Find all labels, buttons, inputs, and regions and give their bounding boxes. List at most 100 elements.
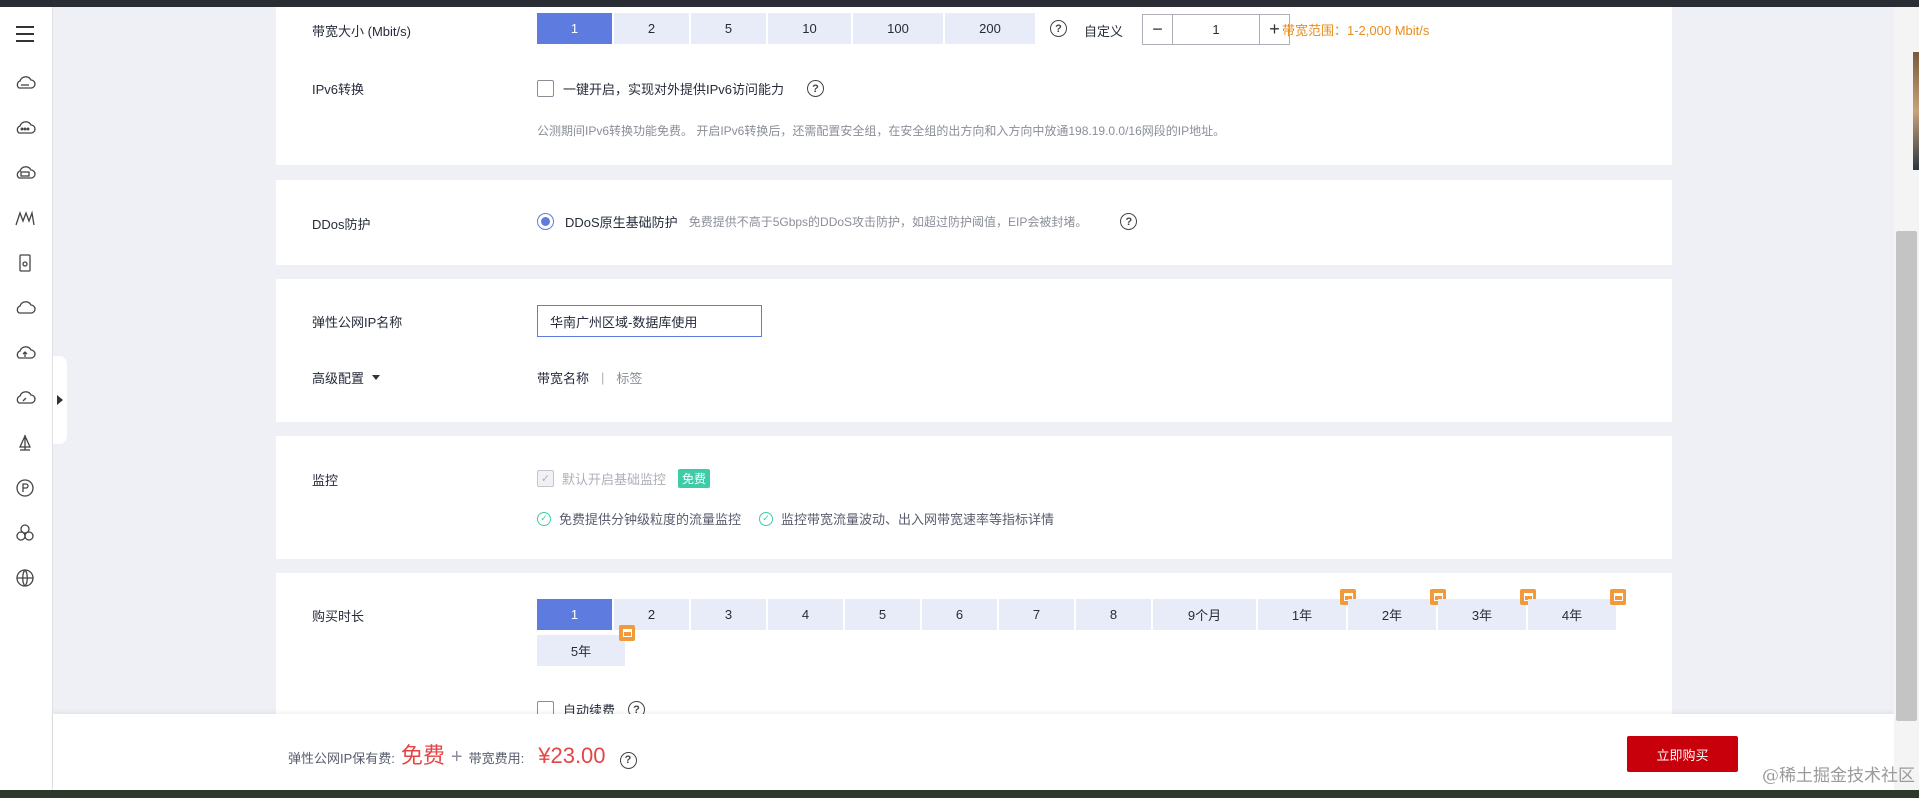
bandwidth-option-1[interactable]: 1 [537,13,612,44]
duration-option-label: 8 [1109,607,1118,622]
cloud-hdd-icon[interactable] [13,161,37,185]
ddos-option-desc: 免费提供不高于5Gbps的DDoS攻击防护，如超过防护阈值，EIP会被封堵。 [688,215,1088,229]
duration-card: 购买时长 1 2 3 4 5 6 7 8 9个月 1年 2年 3年 4年 5年 自动续费 ? [276,573,1672,718]
ddos-radio[interactable] [537,213,554,230]
cloud-icon[interactable] [13,296,37,320]
cloud-dots-icon[interactable] [13,116,37,140]
name-card: 弹性公网IP名称 华南广州区域-数据库使用 高级配置 带宽名称 | 标签 [276,279,1672,422]
check-circle-icon: ✓ [537,511,551,526]
duration-options-row2: 5年 [537,625,635,666]
plus-sign: + [450,746,463,768]
duration-option-5年[interactable]: 5年 [537,625,635,666]
eip-name-label: 弹性公网IP名称 [312,315,403,330]
ipv6-checkbox[interactable] [537,80,554,97]
gift-icon [1610,589,1626,605]
ddos-card: DDos防护 DDoS原生基础防护 免费提供不高于5Gbps的DDoS攻击防护，… [276,180,1672,265]
duration-option-8[interactable]: 8 [1076,599,1151,630]
monitor-label: 监控 [312,473,339,488]
duration-option-label: 2 [647,607,656,622]
tab-bandwidth-name[interactable]: 带宽名称 [537,368,589,387]
duration-option-2年[interactable]: 2年 [1348,589,1446,630]
monitor-checkbox: ✓ [537,470,554,487]
bandwidth-fee-value: ¥23.00 [538,743,606,768]
ipv6-note: 公测期间IPv6转换功能免费。 开启IPv6转换后，还需配置安全组，在安全组的出… [537,124,1226,138]
bandwidth-option-100[interactable]: 100 [853,13,943,44]
ddos-option-label: DDoS原生基础防护 [565,215,678,230]
duration-option-1[interactable]: 1 [537,599,612,630]
ddos-label: DDos防护 [312,217,371,232]
monitor-feature-1: 免费提供分钟级粒度的流量监控 [559,512,742,527]
duration-option-label: 1 [570,607,579,622]
duration-option-4年[interactable]: 4年 [1528,589,1626,630]
cloud-server-icon[interactable] [13,71,37,95]
globe-icon[interactable] [13,566,37,590]
duration-options-row1: 1 2 3 4 5 6 7 8 9个月 1年 2年 3年 4年 [537,589,1626,630]
advanced-toggle[interactable]: 高级配置 [312,368,381,387]
duration-option-4[interactable]: 4 [768,599,843,630]
bandwidth-option-200[interactable]: 200 [945,13,1035,44]
duration-option-1年[interactable]: 1年 [1258,589,1356,630]
bandwidth-option-10[interactable]: 10 [768,13,851,44]
duration-option-3[interactable]: 3 [691,599,766,630]
monitor-feature-2: 监控带宽流量波动、出入网带宽速率等指标详情 [781,512,1055,527]
duration-option-label: 5年 [570,644,592,659]
decrement-button[interactable]: − [1143,15,1172,44]
cloud-speed-icon[interactable] [13,386,37,410]
buy-now-button[interactable]: 立即购买 [1627,736,1738,772]
eip-name-input[interactable]: 华南广州区域-数据库使用 [537,305,762,337]
bandwidth-option-5[interactable]: 5 [691,13,766,44]
bandwidth-label: 带宽大小 (Mbit/s) [312,24,411,39]
duration-option-label: 4年 [1561,608,1583,623]
ipv6-checkbox-label: 一键开启，实现对外提供IPv6访问能力 [563,82,785,97]
retain-fee-label: 弹性公网IP保有费: [288,751,395,766]
tab-tags[interactable]: 标签 [616,368,642,387]
duration-option-label: 6 [955,607,964,622]
bottom-bar [0,790,1919,798]
bandwidth-range-hint: 带宽范围：1-2,000 Mbit/s [1282,23,1430,38]
parking-icon[interactable] [13,476,37,500]
duration-option-3年[interactable]: 3年 [1438,589,1536,630]
advanced-label: 高级配置 [312,371,365,386]
help-icon[interactable]: ? [807,80,825,97]
retain-fee-value: 免费 [400,743,445,768]
bandwidth-value-input[interactable]: 1 [1172,15,1260,44]
scroll-thumb[interactable] [1896,231,1917,721]
monitor-card: 监控 ✓ 默认开启基础监控 免费 ✓ 免费提供分钟级粒度的流量监控 ✓ 监控带宽… [276,436,1672,559]
duration-option-label: 1年 [1291,608,1313,623]
ipv6-label: IPv6转换 [312,82,365,97]
watermark: @稀土掘金技术社区 [1762,766,1915,786]
sidebar [0,7,53,790]
cluster-icon[interactable] [13,521,37,545]
duration-option-7[interactable]: 7 [999,599,1074,630]
caret-right-icon [57,395,63,405]
monitor-checkbox-label: 默认开启基础监控 [562,472,667,487]
duration-option-label: 9个月 [1187,608,1222,623]
bandwidth-card: 带宽大小 (Mbit/s) 1 2 5 10 100 200 ? 自定义 − 1 + 带宽… [276,7,1672,165]
free-badge: 免费 [678,469,711,488]
price-footer: 弹性公网IP保有费: 免费 + 带宽费用: ¥23.00 ? 立即购买 [53,714,1894,790]
bandwidth-fee-label: 带宽费用: [468,751,525,766]
duration-option-label: 7 [1032,607,1041,622]
help-icon[interactable]: ? [619,751,637,769]
sidebar-collapse-handle[interactable] [53,356,67,444]
help-icon[interactable]: ? [1050,20,1067,37]
duration-option-label: 3年 [1471,608,1493,623]
mountain-icon[interactable] [13,206,37,230]
top-bar [0,0,1919,7]
bandwidth-option-2[interactable]: 2 [614,13,689,44]
duration-label: 购买时长 [312,609,365,624]
duration-option-9个月[interactable]: 9个月 [1153,599,1256,630]
sail-icon[interactable] [13,431,37,455]
cloud-upload-icon[interactable] [13,341,37,365]
duration-option-6[interactable]: 6 [922,599,997,630]
duration-option-5[interactable]: 5 [845,599,920,630]
caret-down-icon [372,375,381,380]
check-circle-icon: ✓ [759,511,774,526]
side-image-strip [1913,52,1919,170]
gift-icon [619,625,635,641]
bandwidth-options: 1 2 5 10 100 200 [537,13,1037,44]
mobile-icon[interactable] [13,251,37,275]
help-icon[interactable]: ? [1120,213,1138,230]
menu-icon[interactable] [13,22,37,46]
duration-option-label: 5 [878,607,887,622]
